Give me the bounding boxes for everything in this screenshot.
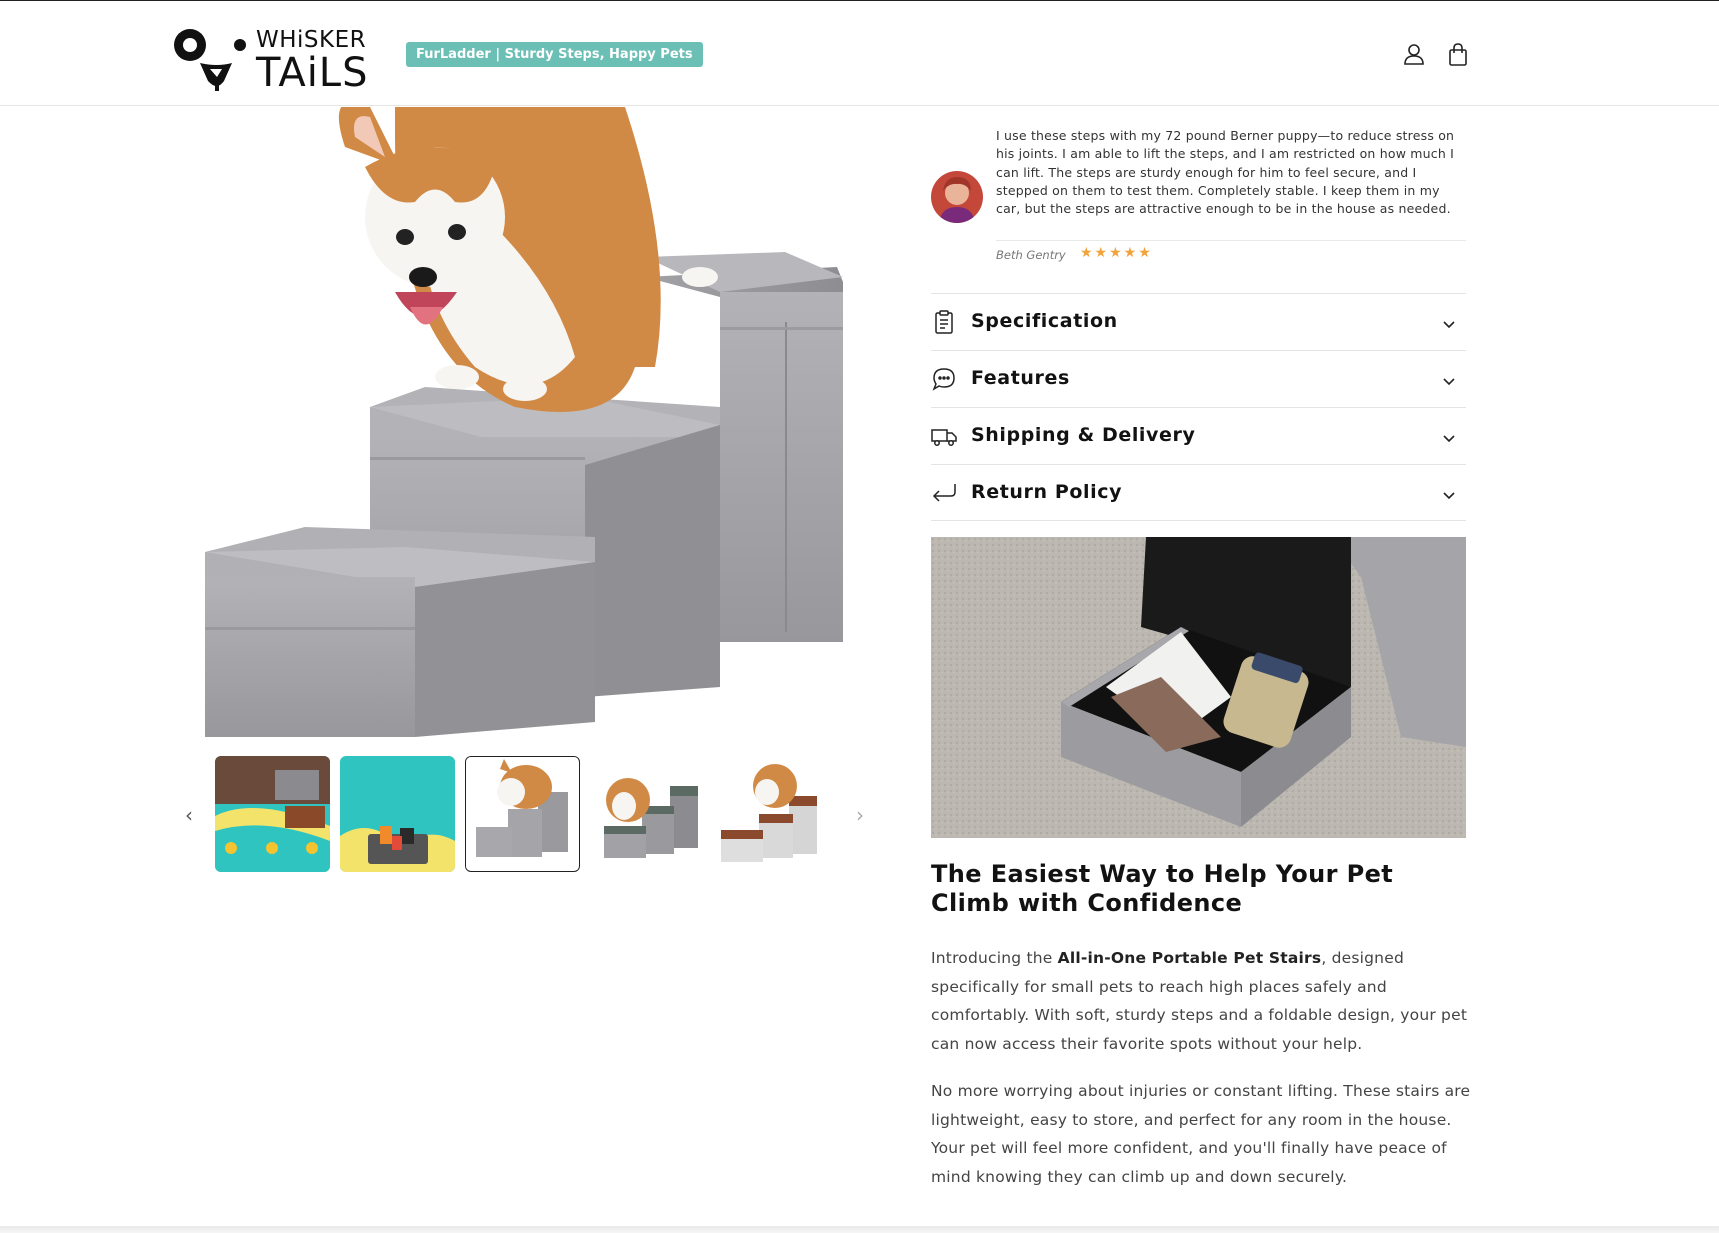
description-paragraph-2: No more worrying about injuries or const… [931,1082,1471,1187]
thumbnail-next-arrow-icon[interactable]: › [851,803,869,827]
promo-badge: FurLadder | Sturdy Steps, Happy Pets [406,42,703,67]
truck-icon [931,423,957,449]
chevron-down-icon [1442,373,1456,387]
product-name-highlight: All-in-One Portable Pet Stairs [1057,949,1322,967]
thumbnail-2[interactable] [340,756,455,872]
accordion-return-policy[interactable]: Return Policy [931,464,1466,521]
chevron-down-icon [1442,316,1456,330]
review-text: I use these steps with my 72 pound Berne… [996,128,1455,217]
description-heading: The Easiest Way to Help Your Pet Climb w… [931,860,1394,917]
accordion-label: Shipping & Delivery [971,424,1196,446]
brand-logo[interactable]: WHiSKER TAiLS [170,23,370,95]
storage-feature-image [931,537,1466,838]
brand-wordmark: WHiSKER TAiLS [256,27,368,93]
return-arrow-icon [931,480,957,506]
review-divider [996,240,1466,241]
accordion-specification[interactable]: Specification [931,293,1466,350]
clipboard-icon [931,309,957,335]
accordion-shipping[interactable]: Shipping & Delivery [931,407,1466,464]
thumbnail-5[interactable] [715,756,830,872]
chevron-down-icon [1442,430,1456,444]
accordion-label: Return Policy [971,481,1123,503]
review-author: Beth Gentry [996,248,1066,262]
thumbnail-3[interactable] [465,756,580,872]
accordion-features[interactable]: Features [931,350,1466,407]
paw-logo-icon [174,29,246,91]
account-icon[interactable] [1401,41,1427,67]
main-product-image[interactable] [195,107,855,747]
chevron-down-icon [1442,487,1456,501]
reviewer-avatar [931,171,983,223]
review-rating-stars-icon: ★★★★★ [1080,245,1153,261]
chat-bubble-icon [931,366,957,392]
page-bottom-divider [0,1226,1719,1233]
thumbnail-1[interactable] [215,756,330,872]
thumbnail-prev-arrow-icon[interactable]: ‹ [180,803,198,827]
accordion-label: Features [971,367,1070,389]
thumbnail-4[interactable] [590,756,705,872]
description-paragraph-1: Introducing the All-in-One Portable Pet … [931,944,1471,1059]
site-header: WHiSKER TAiLS FurLadder | Sturdy Steps, … [0,0,1719,106]
description-text: Introducing the [931,949,1058,967]
brand-line-2: TAiLS [256,50,369,96]
product-info-accordion: Specification Features Shipping & Delive… [931,293,1466,521]
accordion-label: Specification [971,310,1118,332]
cart-bag-icon[interactable] [1445,41,1471,67]
